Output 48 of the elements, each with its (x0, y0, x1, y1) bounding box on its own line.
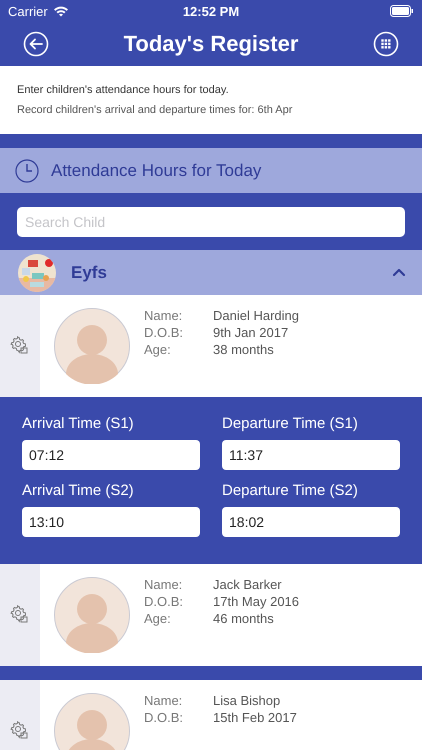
child-card[interactable]: Name: Daniel Harding D.O.B: 9th Jan 2017 Age: 38 months (0, 295, 422, 397)
search-field[interactable]: Search Child (17, 206, 405, 236)
field-label: D.O.B: (144, 325, 184, 340)
field-value: 9th Jan 2017 (213, 325, 288, 340)
time-field[interactable]: 07:12 (22, 440, 200, 470)
field-label: Name: (144, 308, 184, 323)
intro-text: Record children's arrival and departure times for: 6th Apr (17, 104, 294, 116)
battery-icon (390, 5, 414, 17)
field-value: Lisa Bishop (213, 693, 280, 708)
grid-menu-icon[interactable] (372, 31, 399, 57)
intro-text: Enter children's attendance hours for today. (17, 84, 230, 96)
child-card[interactable]: Name: Lisa Bishop D.O.B: 15th Feb 2017 (0, 680, 422, 750)
clock-icon (15, 158, 39, 182)
gear-icon[interactable] (10, 336, 30, 356)
field-label: Name: (144, 577, 184, 592)
chevron-icon[interactable] (392, 268, 406, 277)
field-label: Age: (144, 611, 172, 626)
wifi-icon (52, 5, 69, 17)
field-value: 17th May 2016 (213, 594, 300, 609)
group-header[interactable]: Eyfs (0, 250, 422, 295)
field-value: Daniel Harding (213, 308, 299, 323)
field-value: 38 months (213, 342, 274, 357)
child-card[interactable]: Name: Jack Barker D.O.B: 17th May 2016 Age: 46 months (0, 564, 422, 666)
field-value: 15th Feb 2017 (213, 710, 297, 725)
page-title: Today's Register (124, 31, 298, 57)
clock-time: 12:52 PM (182, 4, 240, 18)
time-field[interactable]: 13:10 (22, 507, 200, 537)
section-title: Attendance Hours for Today (51, 160, 262, 180)
time-field[interactable]: 11:37 (222, 440, 400, 470)
gear-icon[interactable] (10, 605, 30, 625)
time-field[interactable]: 18:02 (222, 507, 400, 537)
group-name: Eyfs (71, 262, 108, 282)
avatar-icon (54, 308, 130, 384)
field-label: Age: (144, 342, 172, 357)
field-label: D.O.B: (144, 594, 184, 609)
field-value: 46 months (213, 611, 274, 626)
time-label: Departure Time (S2) (222, 482, 359, 499)
avatar-icon (54, 693, 130, 750)
avatar-icon (54, 577, 130, 653)
time-label: Departure Time (S1) (222, 415, 359, 432)
field-label: D.O.B: (144, 710, 184, 725)
field-value: Jack Barker (213, 577, 282, 592)
carrier-label: Carrier (8, 4, 48, 18)
time-label: Arrival Time (S1) (22, 415, 135, 432)
gear-icon[interactable] (10, 721, 30, 741)
field-label: Name: (144, 693, 184, 708)
time-label: Arrival Time (S2) (22, 482, 135, 499)
back-icon[interactable] (23, 31, 49, 57)
